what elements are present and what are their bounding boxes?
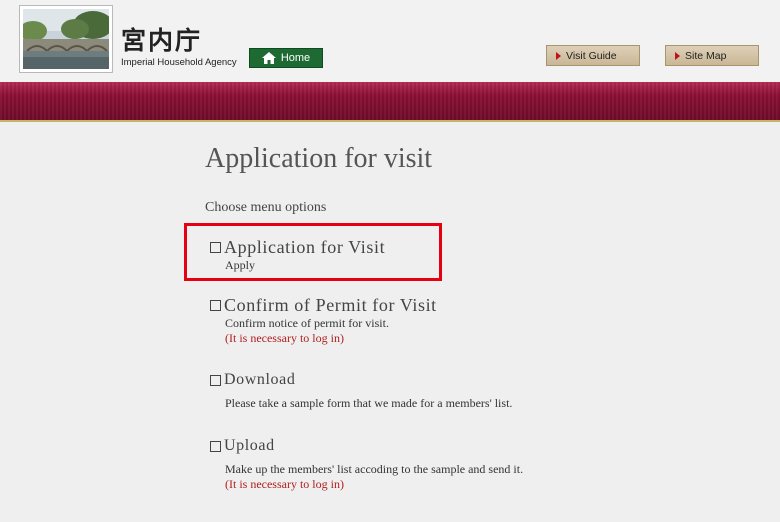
checkbox-square-icon: [210, 374, 221, 386]
menu-item-desc: Please take a sample form that we made f…: [225, 396, 513, 410]
menu-subtitle: Choose menu options: [205, 200, 327, 215]
highlight-box: [184, 223, 442, 281]
login-required-note: (It is necessary to log in): [225, 477, 344, 491]
header-band: [0, 82, 780, 122]
checkbox-square-icon: [210, 440, 221, 452]
logo-photo[interactable]: [19, 5, 113, 73]
home-icon: [261, 52, 276, 64]
menu-item-upload: Upload Make up the members' list accodin…: [210, 436, 523, 491]
logo-english-name[interactable]: Imperial Household Agency: [121, 57, 237, 68]
checkbox-square-icon: [210, 299, 221, 311]
visit-guide-button[interactable]: Visit Guide: [546, 45, 640, 66]
menu-item-label: Download: [224, 371, 296, 388]
arrow-right-icon: [556, 51, 561, 60]
menu-item-download: Download Please take a sample form that …: [210, 370, 512, 411]
menu-item-desc: Make up the members' list accoding to th…: [225, 462, 524, 476]
page-title: Application for visit: [205, 143, 433, 174]
upload-link[interactable]: Upload: [210, 436, 523, 456]
menu-item-confirm-permit: Confirm of Permit for Visit Confirm noti…: [210, 295, 437, 345]
site-header: 宮内庁 Imperial Household Agency Home Visit…: [0, 0, 780, 82]
confirm-permit-link[interactable]: Confirm of Permit for Visit: [210, 295, 437, 315]
site-map-label: Site Map: [685, 49, 727, 62]
site-map-button[interactable]: Site Map: [665, 45, 759, 66]
home-button-label: Home: [280, 52, 311, 64]
menu-item-desc: Confirm notice of permit for visit.: [225, 316, 389, 330]
visit-guide-label: Visit Guide: [566, 49, 617, 62]
menu-item-label: Confirm of Permit for Visit: [224, 295, 437, 315]
palace-bridge-image: [23, 9, 109, 69]
logo-kanji[interactable]: 宮内庁: [121, 27, 202, 55]
arrow-right-icon: [675, 51, 680, 60]
menu-item-label: Upload: [224, 437, 275, 454]
login-required-note: (It is necessary to log in): [225, 331, 344, 345]
home-button[interactable]: Home: [249, 48, 323, 68]
download-link[interactable]: Download: [210, 370, 512, 390]
